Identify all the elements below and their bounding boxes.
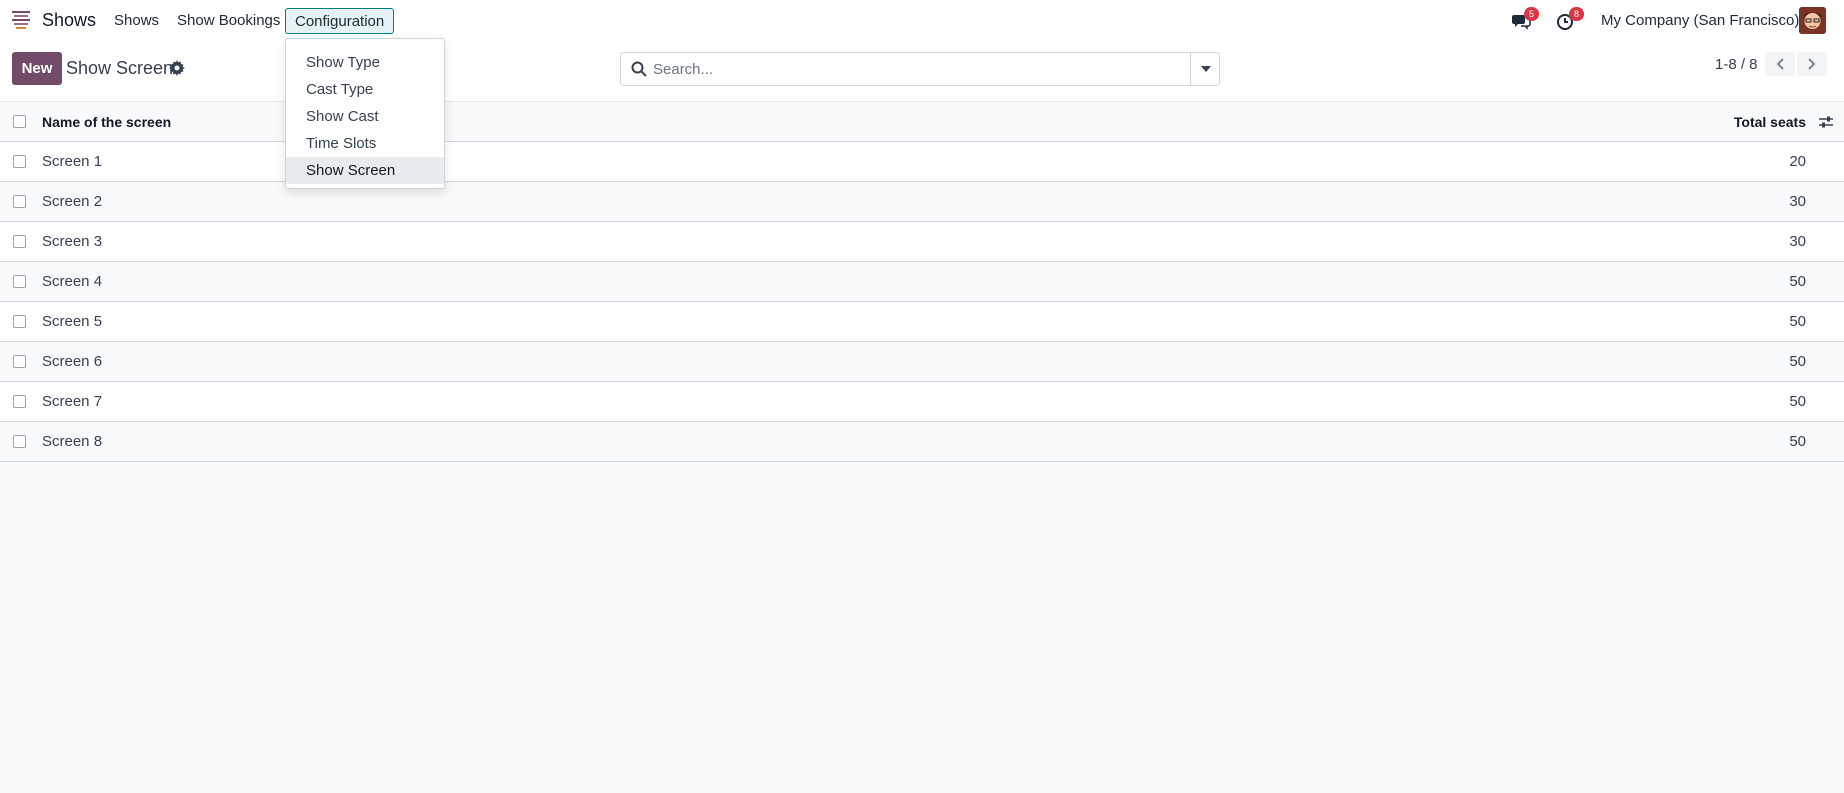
search-icon [631, 61, 647, 77]
column-header-total-seats[interactable]: Total seats [1734, 114, 1806, 130]
row-checkbox[interactable] [13, 395, 26, 408]
top-navbar: Shows Shows Show Bookings Configuration … [0, 0, 1844, 41]
cell-screen-name: Screen 3 [42, 233, 103, 250]
avatar-image [1799, 7, 1826, 34]
nav-shows[interactable]: Shows [114, 12, 159, 29]
pager-next-button[interactable] [1797, 52, 1827, 76]
row-checkbox[interactable] [13, 195, 26, 208]
cell-total-seats: 50 [1789, 273, 1806, 290]
column-header-name[interactable]: Name of the screen [42, 114, 171, 130]
control-panel: New Show Screen 1-8 / 8 [0, 41, 1844, 102]
search-box [620, 52, 1220, 86]
gear-icon[interactable] [169, 60, 185, 76]
cell-total-seats: 30 [1789, 233, 1806, 250]
cell-screen-name: Screen 1 [42, 153, 103, 170]
table-row[interactable]: Screen 6 50 [0, 342, 1844, 382]
table-header: Name of the screen Total seats [0, 102, 1844, 142]
cell-screen-name: Screen 4 [42, 273, 103, 290]
table-row[interactable]: Screen 7 50 [0, 382, 1844, 422]
cell-screen-name: Screen 2 [42, 193, 103, 210]
app-name[interactable]: Shows [42, 10, 96, 31]
cell-total-seats: 20 [1789, 153, 1806, 170]
menu-item-show-cast[interactable]: Show Cast [286, 103, 444, 130]
table-row[interactable]: Screen 5 50 [0, 302, 1844, 342]
activities-badge: 8 [1569, 7, 1584, 21]
row-checkbox[interactable] [13, 235, 26, 248]
nav-configuration[interactable]: Configuration [285, 8, 395, 34]
pager-value[interactable]: 1-8 / 8 [1715, 56, 1758, 73]
row-checkbox[interactable] [13, 315, 26, 328]
row-checkbox[interactable] [13, 275, 26, 288]
row-checkbox[interactable] [13, 355, 26, 368]
search-options-toggle[interactable] [1190, 52, 1220, 86]
select-all-checkbox[interactable] [13, 115, 26, 128]
chevron-left-icon [1776, 58, 1784, 70]
cell-total-seats: 50 [1789, 393, 1806, 410]
table-row[interactable]: Screen 3 30 [0, 222, 1844, 262]
menu-item-time-slots[interactable]: Time Slots [286, 130, 444, 157]
cell-total-seats: 50 [1789, 313, 1806, 330]
cell-total-seats: 50 [1789, 353, 1806, 370]
cell-screen-name: Screen 8 [42, 433, 103, 450]
table-row[interactable]: Screen 2 30 [0, 182, 1844, 222]
cell-total-seats: 50 [1789, 433, 1806, 450]
caret-down-icon [1200, 66, 1211, 72]
menu-item-show-type[interactable]: Show Type [286, 49, 444, 76]
pager-previous-button[interactable] [1765, 52, 1795, 76]
messages-button[interactable]: 5 [1511, 7, 1539, 31]
menu-item-show-screen[interactable]: Show Screen [286, 157, 444, 184]
user-avatar[interactable] [1799, 7, 1826, 34]
page-title: Show Screen [66, 58, 174, 78]
menu-item-cast-type[interactable]: Cast Type [286, 76, 444, 103]
search-input[interactable] [653, 54, 1203, 84]
cell-screen-name: Screen 7 [42, 393, 103, 410]
chevron-right-icon [1808, 58, 1816, 70]
table-row[interactable]: Screen 8 50 [0, 422, 1844, 462]
configuration-dropdown: Show Type Cast Type Show Cast Time Slots… [285, 38, 445, 189]
list-table: Name of the screen Total seats Screen 1 … [0, 102, 1844, 462]
new-button[interactable]: New [12, 52, 62, 85]
cell-total-seats: 30 [1789, 193, 1806, 210]
nav-show-bookings[interactable]: Show Bookings [177, 12, 280, 29]
row-checkbox[interactable] [13, 155, 26, 168]
nav-configuration-label: Configuration [295, 12, 385, 30]
activities-button[interactable]: 8 [1556, 7, 1584, 31]
cell-screen-name: Screen 5 [42, 313, 103, 330]
app-menu-icon[interactable] [12, 11, 30, 31]
company-switcher[interactable]: My Company (San Francisco) [1601, 12, 1799, 29]
table-row[interactable]: Screen 4 50 [0, 262, 1844, 302]
cell-screen-name: Screen 6 [42, 353, 103, 370]
table-row[interactable]: Screen 1 20 [0, 142, 1844, 182]
messages-badge: 5 [1524, 7, 1539, 21]
column-options-icon[interactable] [1818, 114, 1834, 130]
row-checkbox[interactable] [13, 435, 26, 448]
